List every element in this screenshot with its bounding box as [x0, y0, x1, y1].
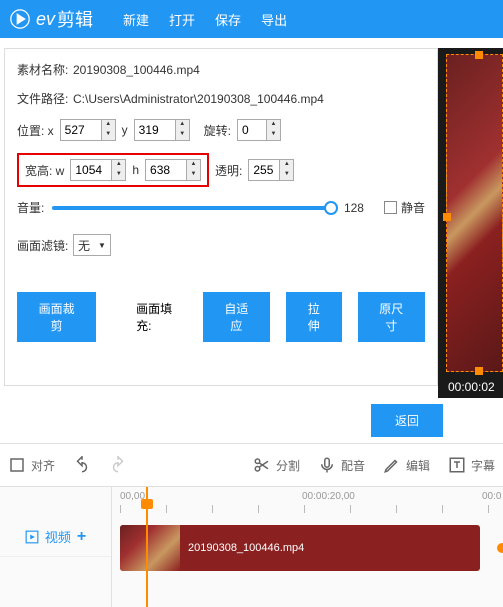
- position-label: 位置: x: [17, 122, 54, 139]
- pencil-icon: [383, 456, 401, 474]
- video-track-label[interactable]: 视频 +: [0, 517, 111, 557]
- preview-canvas[interactable]: [446, 54, 503, 372]
- volume-label: 音量:: [17, 199, 44, 216]
- video-clip[interactable]: 20190308_100446.mp4: [120, 525, 480, 571]
- add-track-icon[interactable]: +: [77, 528, 86, 546]
- align-tool[interactable]: 对齐: [8, 456, 55, 474]
- rotate-input[interactable]: ▲▼: [237, 119, 281, 141]
- volume-slider[interactable]: [52, 206, 336, 210]
- opacity-label: 透明:: [215, 162, 242, 179]
- size-h-label: h: [132, 163, 139, 177]
- width-input[interactable]: ▲▼: [70, 159, 126, 181]
- preview-timecode: 00:00:02: [448, 380, 495, 394]
- volume-value: 128: [344, 201, 364, 215]
- menu-save[interactable]: 保存: [215, 10, 241, 29]
- height-input[interactable]: ▲▼: [145, 159, 201, 181]
- mute-label: 静音: [401, 199, 425, 216]
- path-label: 文件路径:: [17, 90, 73, 107]
- properties-panel: 素材名称: 20190308_100446.mp4 文件路径: C:\Users…: [4, 48, 438, 386]
- square-icon: [8, 456, 26, 474]
- mic-icon: [318, 456, 336, 474]
- menu-open[interactable]: 打开: [169, 10, 195, 29]
- header-menu: 新建 打开 保存 导出: [123, 10, 287, 29]
- mute-checkbox[interactable]: [384, 201, 397, 214]
- pos-y-input[interactable]: ▲▼: [134, 119, 190, 141]
- text-icon: [448, 456, 466, 474]
- clip-name: 20190308_100446.mp4: [188, 542, 304, 554]
- return-button[interactable]: 返回: [371, 404, 443, 437]
- preview-panel: 00:00:02: [438, 48, 503, 398]
- app-logo: ev 剪辑: [10, 6, 93, 32]
- scissors-icon: [253, 456, 271, 474]
- cut-tool[interactable]: 分割: [253, 456, 300, 474]
- size-highlight-box: 宽高: w ▲▼ h ▲▼: [17, 153, 209, 187]
- clip-thumbnail: [120, 525, 180, 571]
- fill-original-button[interactable]: 原尺寸: [358, 292, 425, 342]
- clip-end-handle[interactable]: [497, 543, 503, 553]
- filter-label: 画面滤镜:: [17, 237, 73, 254]
- menu-new[interactable]: 新建: [123, 10, 149, 29]
- crop-button[interactable]: 画面裁剪: [17, 292, 96, 342]
- undo-icon: [73, 456, 91, 474]
- size-label: 宽高: w: [25, 162, 64, 179]
- fill-label: 画面填充:: [136, 300, 186, 334]
- path-value: C:\Users\Administrator\20190308_100446.m…: [73, 92, 425, 106]
- timeline-ruler[interactable]: 00,00 00:00:20,00 00:0: [112, 487, 503, 517]
- pos-x-input[interactable]: ▲▼: [60, 119, 116, 141]
- logo-text: 剪辑: [57, 6, 93, 32]
- app-header: ev 剪辑 新建 打开 保存 导出: [0, 0, 503, 38]
- name-label: 素材名称:: [17, 61, 73, 78]
- dub-tool[interactable]: 配音: [318, 456, 365, 474]
- pos-y-label: y: [122, 123, 128, 137]
- edit-toolbar: 对齐 分割 配音 编辑 字幕: [0, 443, 503, 487]
- redo-tool[interactable]: [109, 456, 127, 474]
- timeline-tracks[interactable]: 00,00 00:00:20,00 00:0 20190308_100446.m…: [112, 487, 503, 607]
- menu-export[interactable]: 导出: [261, 10, 287, 29]
- opacity-input[interactable]: ▲▼: [248, 159, 294, 181]
- play-small-icon: [25, 530, 39, 544]
- play-logo-icon: [10, 9, 30, 29]
- fill-stretch-button[interactable]: 拉伸: [286, 292, 342, 342]
- fill-fit-button[interactable]: 自适应: [203, 292, 270, 342]
- text-tool[interactable]: 字幕: [448, 456, 495, 474]
- redo-icon: [109, 456, 127, 474]
- timeline: 视频 + 00,00 00:00:20,00 00:0 20190308_100…: [0, 487, 503, 607]
- rotate-label: 旋转:: [204, 122, 231, 139]
- undo-tool[interactable]: [73, 456, 91, 474]
- playhead[interactable]: [146, 487, 148, 607]
- name-value: 20190308_100446.mp4: [73, 63, 200, 77]
- filter-select[interactable]: 无▼: [73, 234, 111, 256]
- edit-tool[interactable]: 编辑: [383, 456, 430, 474]
